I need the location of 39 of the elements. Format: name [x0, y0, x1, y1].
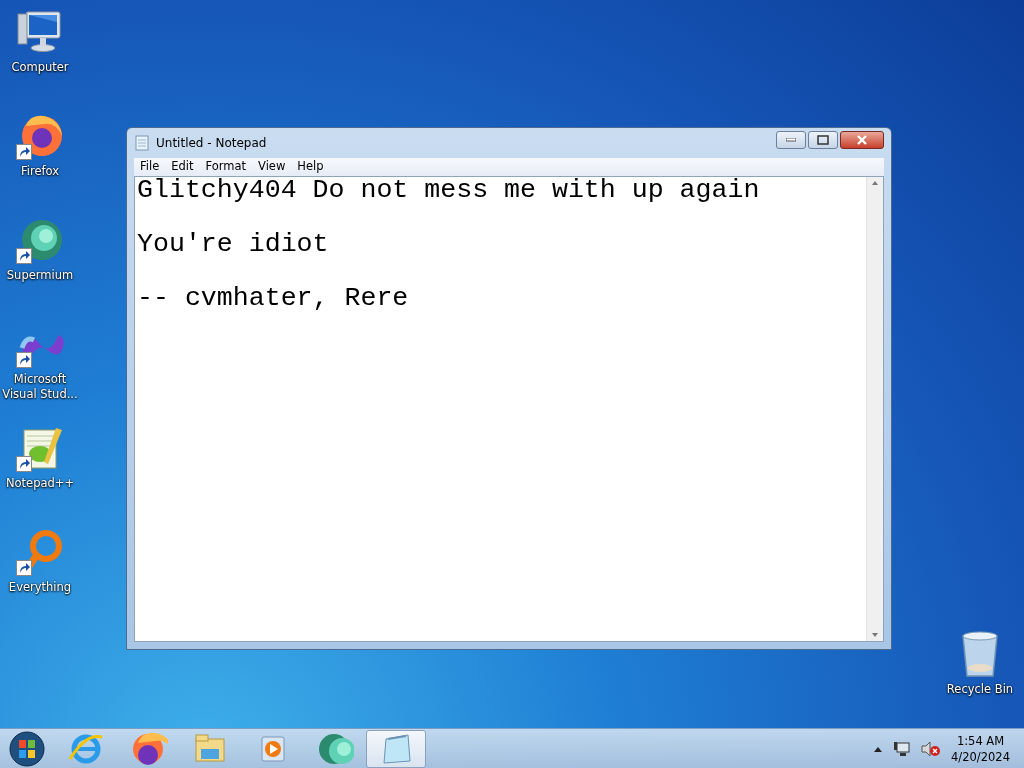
menu-item[interactable]: Help — [291, 158, 330, 176]
desktop-shortcut[interactable]: Firefox — [0, 112, 80, 216]
recycle-bin[interactable]: Recycle Bin — [940, 630, 1020, 697]
desktop-shortcut[interactable]: Microsoft Visual Stud... — [0, 320, 80, 424]
window-title: Untitled - Notepad — [156, 135, 267, 152]
desktop-shortcut[interactable]: Notepad++ — [0, 424, 80, 528]
maximize-button[interactable] — [808, 131, 838, 149]
minimize-icon — [786, 138, 796, 142]
text-line: -- cvmhater, Rere — [137, 285, 410, 312]
close-icon — [856, 135, 868, 145]
menu-item[interactable]: View — [252, 158, 292, 176]
text-line: Glitchy404 Do not mess me with up again — [137, 177, 761, 204]
windows-logo-icon — [8, 729, 46, 768]
clock[interactable]: 1:54 AM 4/20/2024 — [951, 732, 1010, 765]
desktop-shortcut[interactable]: Supermium — [0, 216, 80, 320]
menu-item[interactable]: Format — [199, 158, 253, 176]
close-button[interactable] — [840, 131, 884, 149]
vertical-scrollbar[interactable] — [866, 177, 883, 641]
clock-date: 4/20/2024 — [951, 748, 1010, 765]
desktop-shortcut-label: Supermium — [6, 268, 74, 283]
clock-time: 1:54 AM — [955, 732, 1006, 749]
network-icon[interactable] — [893, 740, 912, 757]
menu-item[interactable]: File — [134, 158, 166, 176]
desktop-shortcut[interactable]: Computer — [0, 8, 80, 112]
minimize-button[interactable] — [776, 131, 806, 149]
desktop-shortcut-label: Everything — [8, 580, 72, 595]
taskbar-button[interactable] — [366, 729, 426, 768]
recycle-bin-label: Recycle Bin — [946, 682, 1014, 697]
menu-item[interactable]: Edit — [165, 158, 200, 176]
desktop-shortcut-label: Notepad++ — [5, 476, 75, 491]
maximize-icon — [817, 135, 829, 145]
desktop-shortcut-label: Computer — [11, 60, 69, 75]
desktop-shortcut-label: Firefox — [20, 164, 60, 179]
start-button[interactable] — [8, 729, 46, 768]
desktop-shortcut-label: Microsoft Visual Stud... — [1, 372, 79, 402]
muted-speaker-icon[interactable] — [921, 740, 942, 757]
notepad-icon — [134, 135, 150, 151]
recycle-bin-icon — [960, 630, 1000, 678]
text-line: You're idiot — [137, 231, 330, 258]
